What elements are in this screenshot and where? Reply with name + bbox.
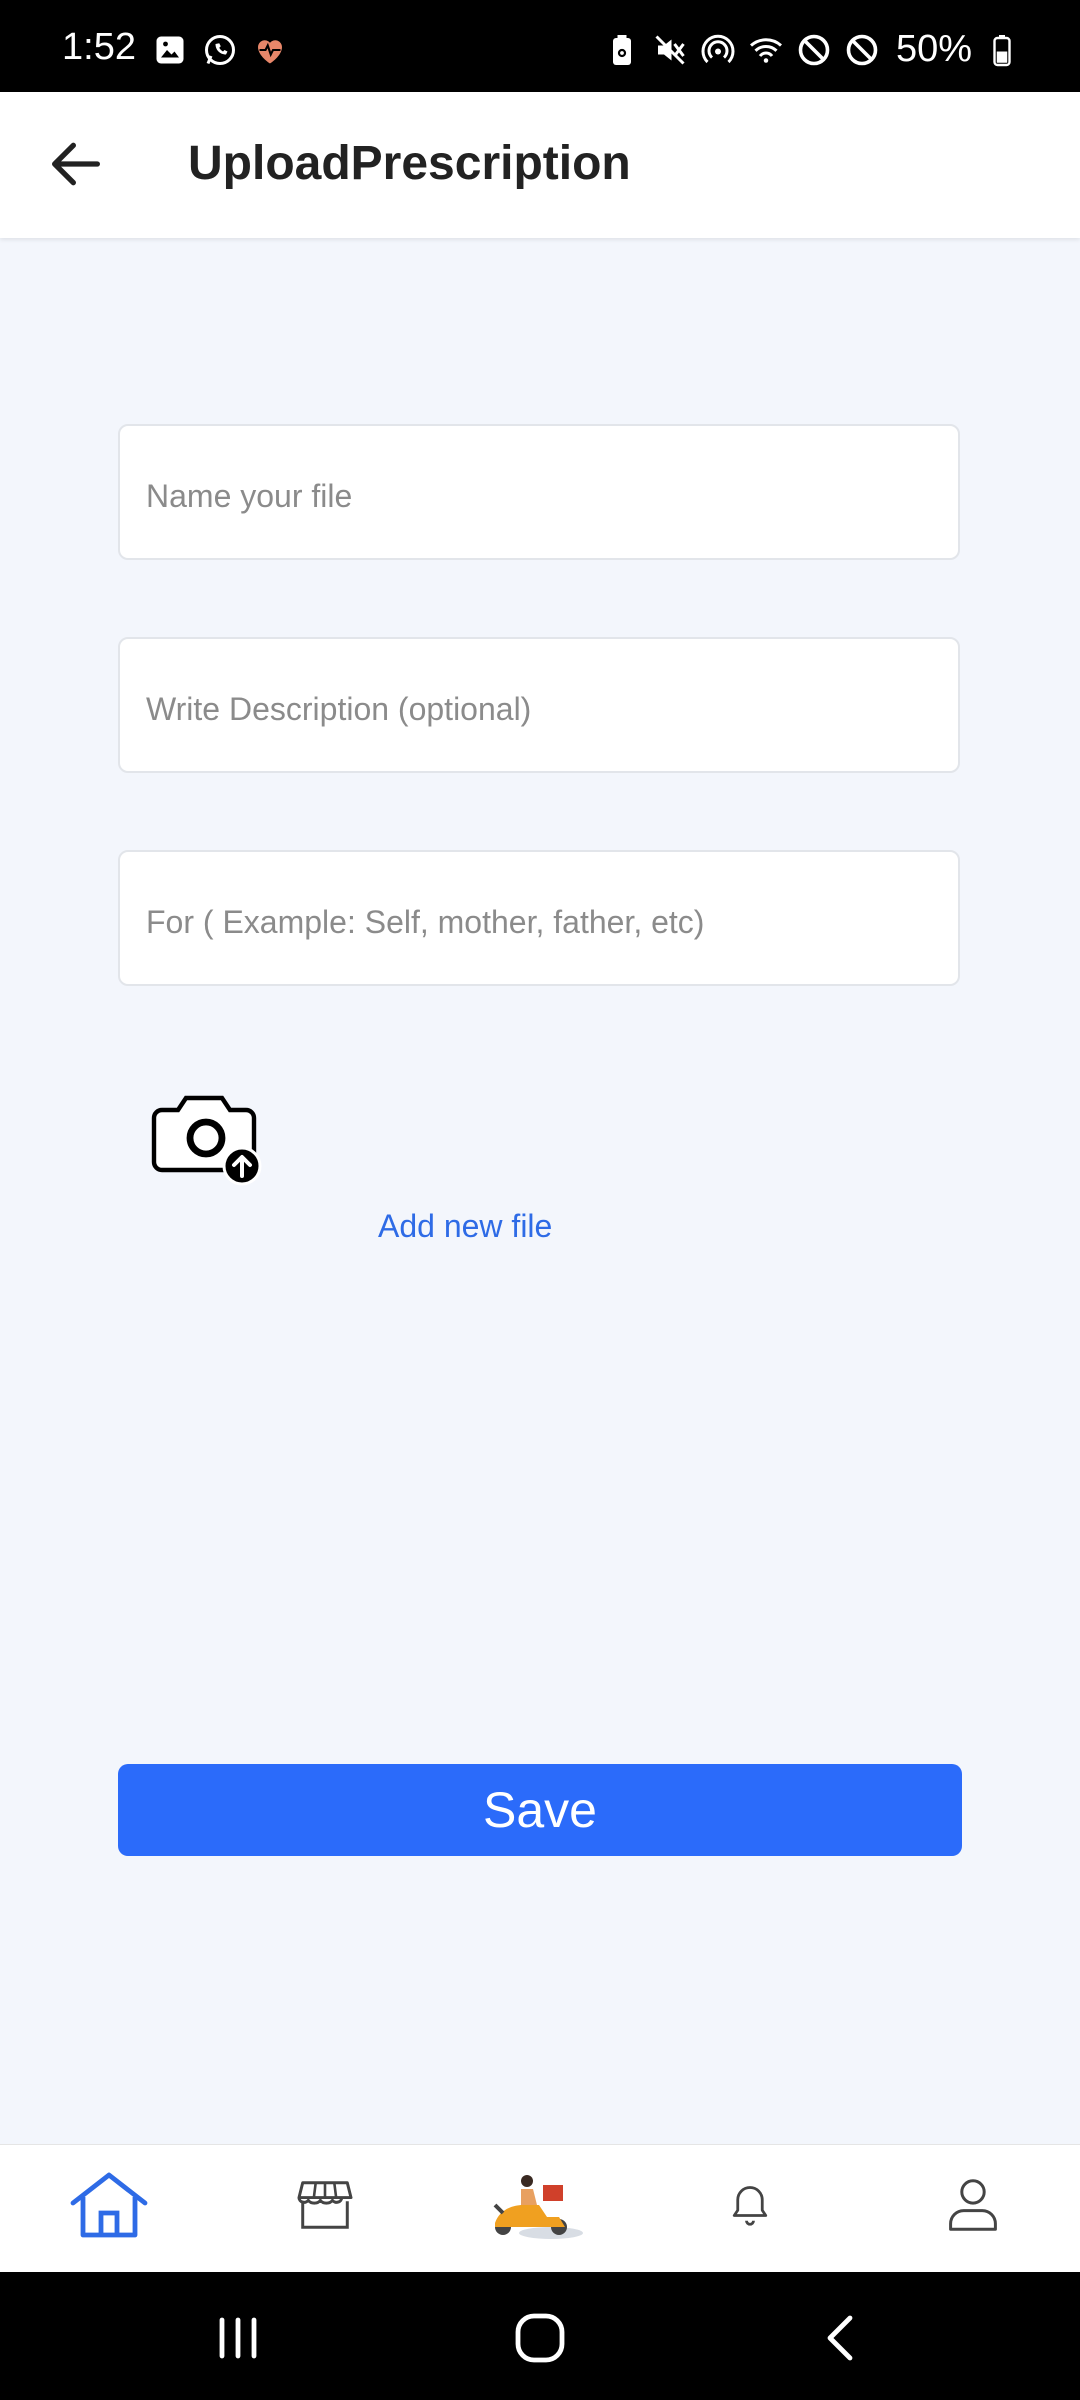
for-input[interactable] xyxy=(120,852,958,984)
description-field[interactable] xyxy=(118,637,960,773)
profile-icon xyxy=(949,2179,997,2231)
battery-icon xyxy=(993,34,1011,66)
page-title: UploadPrescription xyxy=(188,137,631,190)
status-right-icons: 50% xyxy=(604,28,1020,71)
hotspot-icon xyxy=(701,34,735,63)
nav-store[interactable] xyxy=(280,2165,370,2245)
whatsapp-icon xyxy=(205,35,235,65)
delivery-scooter-icon xyxy=(493,2175,583,2239)
for-field[interactable] xyxy=(118,850,960,986)
nav-home[interactable] xyxy=(64,2165,154,2245)
save-button[interactable]: Save xyxy=(118,1764,962,1856)
back-arrow-icon[interactable] xyxy=(44,132,108,196)
home-icon xyxy=(70,2172,148,2238)
app-bar: UploadPrescription xyxy=(0,92,1080,238)
bell-icon xyxy=(732,2186,768,2226)
status-left-icons xyxy=(152,32,288,68)
status-time: 1:52 xyxy=(62,26,136,68)
file-name-field[interactable] xyxy=(118,424,960,560)
recent-apps-icon[interactable] xyxy=(208,2308,268,2368)
nav-profile[interactable] xyxy=(928,2165,1018,2245)
camera-upload-icon[interactable] xyxy=(150,1090,270,1190)
battery-saver-icon xyxy=(612,34,631,65)
heart-rate-icon xyxy=(258,40,282,64)
description-input[interactable] xyxy=(120,639,958,771)
store-icon xyxy=(297,2181,353,2229)
block-icon xyxy=(798,34,830,65)
battery-percent: 50% xyxy=(895,28,972,70)
status-bar: 1:52 50% xyxy=(0,0,1080,92)
gallery-icon xyxy=(156,36,184,64)
nav-notifications[interactable] xyxy=(710,2165,790,2245)
add-new-file-link[interactable]: Add new file xyxy=(378,1208,552,1245)
file-name-input[interactable] xyxy=(120,426,958,558)
nav-delivery[interactable] xyxy=(480,2165,590,2245)
block-icon xyxy=(846,34,878,65)
back-chevron-icon[interactable] xyxy=(812,2308,872,2368)
home-circle-icon[interactable] xyxy=(510,2308,570,2368)
wifi-icon xyxy=(749,37,782,63)
system-nav-bar xyxy=(0,2272,1080,2400)
bottom-nav xyxy=(0,2144,1080,2273)
mute-icon xyxy=(655,34,685,65)
